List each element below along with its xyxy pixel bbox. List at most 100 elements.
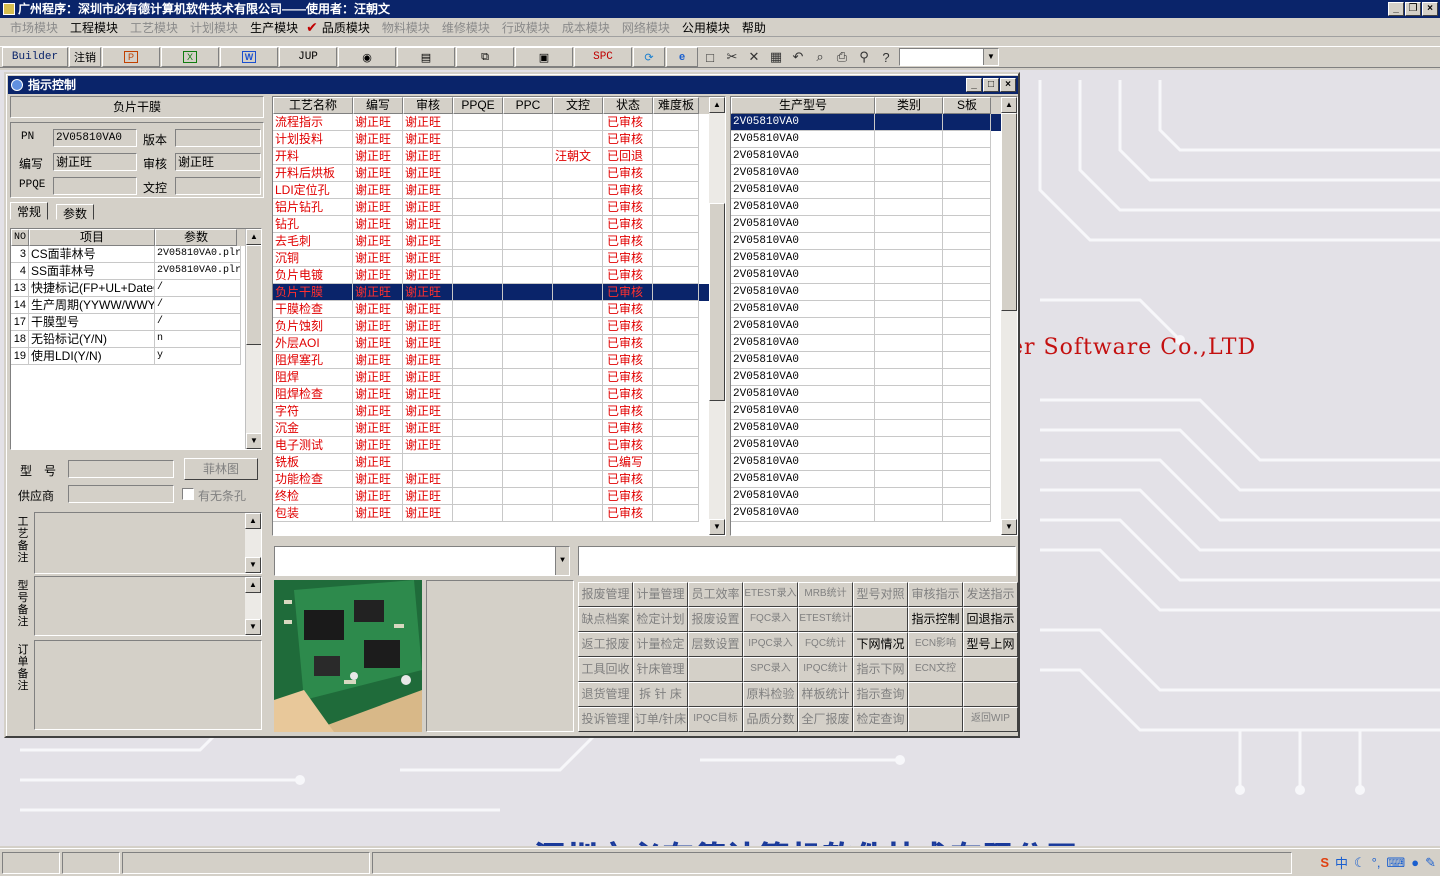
process-row[interactable]: 负片干膜 谢正旺 谢正旺 已审核 [273, 284, 725, 301]
scroll-thumb[interactable] [709, 203, 725, 401]
jup-button[interactable]: JUP [279, 47, 337, 67]
process-row[interactable]: 开料 谢正旺 谢正旺 汪朝文 已回退 [273, 148, 725, 165]
function-button-1-7[interactable]: 回退指示 [963, 607, 1018, 632]
menu-item-8[interactable]: 行政模块 [496, 19, 556, 36]
function-button-3-5[interactable]: 指示下网 [853, 657, 908, 682]
keyboard-icon[interactable]: ⌨ [1386, 855, 1405, 871]
version-field[interactable] [175, 129, 261, 147]
user-icon[interactable]: ● [1411, 855, 1419, 870]
function-button-5-5[interactable]: 检定查询 [853, 707, 908, 732]
model-memo[interactable]: ▲ ▼ [34, 576, 262, 636]
scroll-up-icon[interactable]: ▲ [709, 97, 725, 113]
film-diagram-button[interactable]: 菲林图 [184, 458, 258, 480]
function-button-2-2[interactable]: 层数设置 [688, 632, 743, 657]
process-row[interactable]: 终检 谢正旺 谢正旺 已审核 [273, 488, 725, 505]
function-button-4-6[interactable] [908, 682, 963, 707]
models-row[interactable]: 2V05810VA0 [731, 216, 1017, 233]
process-row[interactable]: 功能检查 谢正旺 谢正旺 已审核 [273, 471, 725, 488]
menu-item-7[interactable]: 维修模块 [436, 19, 496, 36]
function-button-1-4[interactable]: ETEST统计 [798, 607, 853, 632]
process-row[interactable]: LDI定位孔 谢正旺 谢正旺 已审核 [273, 182, 725, 199]
ppqe-field[interactable] [53, 177, 137, 195]
scroll-thumb[interactable] [1001, 113, 1017, 311]
params-row[interactable]: 4 SS面菲林号 2V05810VA0.plr [11, 263, 261, 280]
preview-icon[interactable]: ⌕ [809, 47, 831, 67]
models-row[interactable]: 2V05810VA0 [731, 250, 1017, 267]
process-row[interactable]: 计划投料 谢正旺 谢正旺 已审核 [273, 131, 725, 148]
process-col-4[interactable]: PPC [503, 97, 553, 114]
function-button-2-3[interactable]: IPQC录入 [743, 632, 798, 657]
word-button[interactable]: W [220, 47, 278, 67]
scroll-up-icon[interactable]: ▲ [246, 229, 261, 245]
process-col-0[interactable]: 工艺名称 [273, 97, 353, 114]
menu-item-3[interactable]: 计划模块 [184, 19, 244, 36]
sogou-icon[interactable]: S [1320, 855, 1329, 870]
function-button-1-0[interactable]: 缺点档案 [578, 607, 633, 632]
function-button-5-6[interactable] [908, 707, 963, 732]
process-row[interactable]: 开料后烘板 谢正旺 谢正旺 已审核 [273, 165, 725, 182]
function-button-3-2[interactable] [688, 657, 743, 682]
params-row[interactable]: 14 生产周期(YYWW/WWYY) / [11, 297, 261, 314]
powerpoint-button[interactable]: P [102, 47, 160, 67]
tab-general[interactable]: 常规 [10, 202, 49, 220]
function-button-0-4[interactable]: MRB统计 [798, 582, 853, 607]
models-row[interactable]: 2V05810VA0 [731, 148, 1017, 165]
scroll-down-icon[interactable]: ▼ [1001, 519, 1017, 535]
logout-button[interactable]: 注销 [69, 47, 101, 67]
process-row[interactable]: 铝片钻孔 谢正旺 谢正旺 已审核 [273, 199, 725, 216]
function-button-5-4[interactable]: 全厂报废 [798, 707, 853, 732]
process-col-2[interactable]: 审核 [403, 97, 453, 114]
supplier-field[interactable] [68, 485, 174, 503]
print-icon[interactable]: ⎙ [831, 47, 853, 67]
function-button-3-7[interactable] [963, 657, 1018, 682]
function-button-4-3[interactable]: 原料检验 [743, 682, 798, 707]
models-row[interactable]: 2V05810VA0 [731, 437, 1017, 454]
function-button-2-5[interactable]: 下网情况 [853, 632, 908, 657]
menu-item-0[interactable]: 市场模块 [4, 19, 64, 36]
function-button-2-4[interactable]: FQC统计 [798, 632, 853, 657]
function-button-4-4[interactable]: 样板统计 [798, 682, 853, 707]
process-row[interactable]: 去毛刺 谢正旺 谢正旺 已审核 [273, 233, 725, 250]
function-button-0-5[interactable]: 型号对照 [853, 582, 908, 607]
scroll-down-icon[interactable]: ▼ [709, 519, 725, 535]
help-icon[interactable]: ? [875, 47, 897, 67]
scroll-up-icon[interactable]: ▲ [245, 577, 261, 593]
excel-button[interactable]: X [161, 47, 219, 67]
control-field[interactable] [175, 177, 261, 195]
models-row[interactable]: 2V05810VA0 [731, 420, 1017, 437]
process-row[interactable]: 包装 谢正旺 谢正旺 已审核 [273, 505, 725, 522]
window-maximize-button[interactable]: □ [983, 78, 999, 92]
computer-button[interactable]: ▣ [515, 47, 573, 67]
params-row[interactable]: 19 使用LDI(Y/N) y [11, 348, 261, 365]
menu-item-9[interactable]: 成本模块 [556, 19, 616, 36]
scroll-up-icon[interactable]: ▲ [1001, 97, 1017, 113]
models-row[interactable]: 2V05810VA0 [731, 165, 1017, 182]
process-col-1[interactable]: 编写 [353, 97, 403, 114]
function-button-1-6[interactable]: 指示控制 [908, 607, 963, 632]
process-row[interactable]: 干膜检查 谢正旺 谢正旺 已审核 [273, 301, 725, 318]
function-button-0-0[interactable]: 报废管理 [578, 582, 633, 607]
menu-item-11[interactable]: 公用模块 [676, 19, 736, 36]
params-row[interactable]: 17 干膜型号 / [11, 314, 261, 331]
models-row[interactable]: 2V05810VA0 [731, 352, 1017, 369]
builder-button[interactable]: Builder [2, 47, 68, 67]
function-button-0-6[interactable]: 审核指示 [908, 582, 963, 607]
menu-item-10[interactable]: 网络模块 [616, 19, 676, 36]
restore-button[interactable]: ❐ [1405, 2, 1421, 16]
tab-params[interactable]: 参数 [56, 204, 95, 221]
close-button[interactable]: × [1422, 2, 1438, 16]
models-row[interactable]: 2V05810VA0 [731, 199, 1017, 216]
models-row[interactable]: 2V05810VA0 [731, 182, 1017, 199]
params-row[interactable]: 13 快捷标记(FP+UL+DateC / [11, 280, 261, 297]
models-row[interactable]: 2V05810VA0 [731, 488, 1017, 505]
menu-item-1[interactable]: 工程模块 [64, 19, 124, 36]
models-col-2[interactable]: S板 [943, 97, 991, 114]
spc-button[interactable]: SPC [574, 47, 632, 67]
ime-mode[interactable]: 中 [1335, 853, 1348, 872]
models-row[interactable]: 2V05810VA0 [731, 505, 1017, 522]
undo-icon[interactable]: ↶ [787, 47, 809, 67]
function-button-2-0[interactable]: 返工报废 [578, 632, 633, 657]
scroll-down-icon[interactable]: ▼ [245, 619, 261, 635]
process-row[interactable]: 铣板 谢正旺 已编写 [273, 454, 725, 471]
scroll-up-icon[interactable]: ▲ [245, 513, 261, 529]
